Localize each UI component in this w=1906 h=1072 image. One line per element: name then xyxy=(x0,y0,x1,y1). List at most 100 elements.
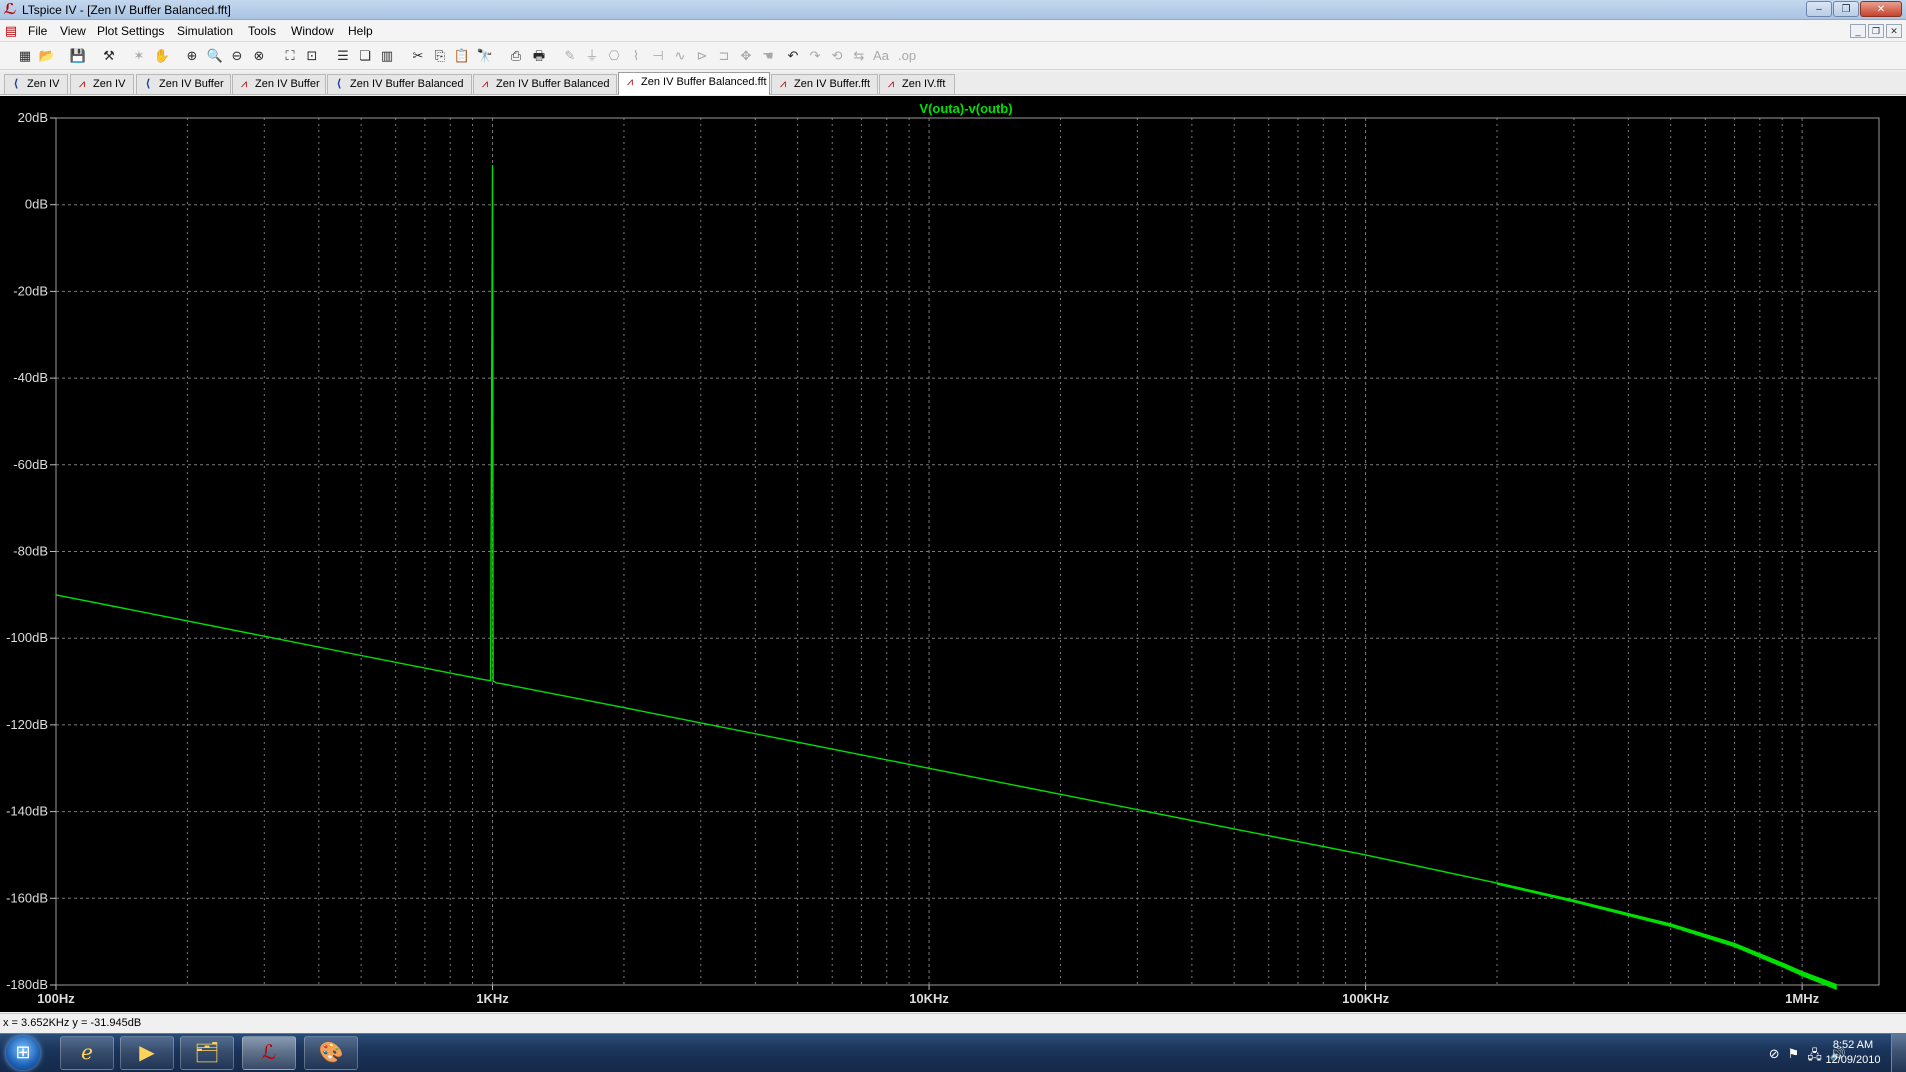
trace-label[interactable]: V(outa)-v(outb) xyxy=(919,101,1012,116)
open-icon[interactable]: 📂 xyxy=(38,47,56,65)
menu-window[interactable]: Window xyxy=(291,24,334,38)
tab-label: Zen IV xyxy=(93,78,126,90)
tab-label: Zen IV Buffer.fft xyxy=(794,78,871,90)
close-button[interactable]: ✕ xyxy=(1860,1,1902,17)
y-tick-label: -120dB xyxy=(6,717,48,732)
tab-zen-iv-plot[interactable]: ⩘ Zen IV xyxy=(70,74,134,94)
y-tick-label: -100dB xyxy=(6,630,48,645)
menu-view[interactable]: View xyxy=(60,24,86,38)
fft-plot[interactable]: 20dB 0dB -20dB -40dB -60dB -80dB -100dB -120dB -… xyxy=(0,96,1906,1012)
paint-icon[interactable]: 🎨 xyxy=(304,1036,358,1070)
waveform-icon: ⩘ xyxy=(779,78,787,90)
tile-horizontal-icon[interactable]: ☰ xyxy=(334,47,352,65)
schematic-icon: ⟨ xyxy=(13,78,19,90)
x-tick-label: 100Hz xyxy=(37,991,75,1006)
clock-date: 12/09/2010 xyxy=(1825,1054,1881,1066)
undo-icon[interactable]: ↶ xyxy=(784,47,802,65)
move-icon: ✥ xyxy=(740,48,752,63)
start-button[interactable]: ⊞ xyxy=(6,1036,40,1070)
zoom-cancel-icon[interactable]: ⊗ xyxy=(250,47,268,65)
cursor-readout: x = 3.652KHz y = -31.945dB xyxy=(3,1017,142,1029)
tab-zen-iv-buffer-balanced-schematic[interactable]: ⟨ Zen IV Buffer Balanced xyxy=(327,74,472,94)
mdi-minimize-button[interactable]: _ xyxy=(1850,24,1866,38)
diode-icon: ⊳ xyxy=(696,48,708,63)
tab-zen-iv-buffer-plot[interactable]: ⩘ Zen IV Buffer xyxy=(232,74,326,94)
tab-zen-iv-schematic[interactable]: ⟨ Zen IV xyxy=(4,74,68,94)
label-net-icon: ⎔ xyxy=(608,48,620,63)
tile-vertical-icon[interactable]: ▥ xyxy=(378,47,396,65)
tab-zen-iv-fft-plot[interactable]: ⩘ Zen IV.fft xyxy=(879,74,955,94)
y-tick-label: -180dB xyxy=(6,977,48,992)
drag-icon: ☚ xyxy=(762,48,774,63)
zoom-area-icon[interactable]: 🔍 xyxy=(206,47,224,65)
trace-0-line[interactable] xyxy=(55,164,1837,986)
y-tick-label: -140dB xyxy=(6,804,48,819)
waveform-icon: ⩘ xyxy=(78,78,86,90)
menu-simulation[interactable]: Simulation xyxy=(177,24,233,38)
rotate-icon: ⟲ xyxy=(831,48,843,63)
antivirus-icon[interactable]: ⊘ xyxy=(1769,1046,1780,1068)
cascade-icon[interactable]: ❏ xyxy=(356,47,374,65)
document-tab-bar: ⟨ Zen IV ⩘ Zen IV ⟨ Zen IV Buffer ⩘ Zen IV Buff… xyxy=(0,72,1906,95)
waveform-icon: ⩘ xyxy=(887,78,895,90)
new-plot-icon[interactable]: ▦ xyxy=(16,47,34,65)
action-center-flag-icon[interactable]: ⚑ xyxy=(1788,1046,1800,1068)
media-player-icon[interactable]: ▶ xyxy=(120,1036,174,1070)
component-icon: ⊐ xyxy=(718,48,730,63)
spice-directive-icon: .op xyxy=(898,48,917,63)
copy-icon[interactable]: ⎘ xyxy=(431,47,449,65)
zoom-in-icon[interactable]: ⊕ xyxy=(183,47,201,65)
control-panel-icon[interactable]: ⚒ xyxy=(100,47,118,65)
mdi-close-button[interactable]: ✕ xyxy=(1886,24,1902,38)
x-tick-label: 1KHz xyxy=(476,991,509,1006)
ltspice-app-icon[interactable]: ℒ xyxy=(2,2,18,18)
tab-zen-iv-buffer-schematic[interactable]: ⟨ Zen IV Buffer xyxy=(136,74,231,94)
zoom-out-icon[interactable]: ⊖ xyxy=(228,47,246,65)
waveform-plot-pane[interactable]: 20dB 0dB -20dB -40dB -60dB -80dB -100dB -120dB -… xyxy=(0,96,1906,1012)
autoscale-icon[interactable]: ⛶ xyxy=(281,47,299,65)
mdi-restore-button[interactable]: ❐ xyxy=(1868,24,1884,38)
pan-icon: ✋ xyxy=(153,48,171,63)
internet-explorer-icon[interactable]: ℯ xyxy=(60,1036,114,1070)
menu-help[interactable]: Help xyxy=(348,24,373,38)
wire-icon: ✎ xyxy=(564,48,576,63)
tab-zen-iv-buffer-balanced-fft-plot[interactable]: ⩘ Zen IV Buffer Balanced.fft xyxy=(618,72,770,95)
file-explorer-icon[interactable]: 🗂 xyxy=(180,1036,234,1070)
mdi-window-controls: _ ❐ ✕ xyxy=(1850,24,1902,38)
y-tick-label: -20dB xyxy=(13,283,48,298)
ltspice-icon[interactable]: ℒ xyxy=(242,1036,296,1070)
show-desktop-button[interactable] xyxy=(1891,1034,1906,1072)
print-preview-icon[interactable]: ⎙ xyxy=(507,47,525,65)
tab-label: Zen IV xyxy=(27,78,60,90)
menu-plot-settings[interactable]: Plot Settings xyxy=(97,24,164,38)
x-tick-label: 10KHz xyxy=(909,991,949,1006)
zoom-full-icon[interactable]: ⊡ xyxy=(303,47,321,65)
tab-label: Zen IV Buffer xyxy=(255,78,320,90)
tab-zen-iv-buffer-fft-plot[interactable]: ⩘ Zen IV Buffer.fft xyxy=(771,74,878,94)
status-bar: x = 3.652KHz y = -31.945dB xyxy=(0,1013,1906,1033)
print-icon[interactable]: 🖶 xyxy=(530,47,548,65)
minimize-button[interactable]: – xyxy=(1806,1,1832,17)
redo-icon: ↷ xyxy=(809,48,821,63)
run-icon: ✶ xyxy=(133,48,145,63)
paste-icon: 📋 xyxy=(453,48,471,63)
find-icon[interactable]: 🔭 xyxy=(476,47,494,65)
tab-label: Zen IV.fft xyxy=(902,78,946,90)
x-tick-label: 100KHz xyxy=(1342,991,1389,1006)
menu-tools[interactable]: Tools xyxy=(248,24,276,38)
menu-file[interactable]: File xyxy=(28,24,47,38)
cut-icon[interactable]: ✂ xyxy=(409,47,427,65)
maximize-button[interactable]: ❐ xyxy=(1833,1,1859,17)
y-tick-label: -160dB xyxy=(6,890,48,905)
y-tick-label: -60dB xyxy=(13,457,48,472)
tab-zen-iv-buffer-balanced-plot[interactable]: ⩘ Zen IV Buffer Balanced xyxy=(473,74,617,94)
tab-label: Zen IV Buffer Balanced xyxy=(496,78,610,90)
x-tick-label: 1MHz xyxy=(1785,991,1819,1006)
plot-window-icon[interactable]: ▤ xyxy=(3,23,19,38)
windows-logo-icon: ⊞ xyxy=(15,1042,31,1062)
resistor-icon: ⌇ xyxy=(632,48,640,63)
clock[interactable]: 8:52 AM 12/09/2010 xyxy=(1818,1038,1888,1068)
waveform-icon: ⩘ xyxy=(626,76,634,88)
save-icon[interactable]: 💾 xyxy=(69,47,87,65)
window-title: LTspice IV - [Zen IV Buffer Balanced.fft… xyxy=(22,3,231,17)
